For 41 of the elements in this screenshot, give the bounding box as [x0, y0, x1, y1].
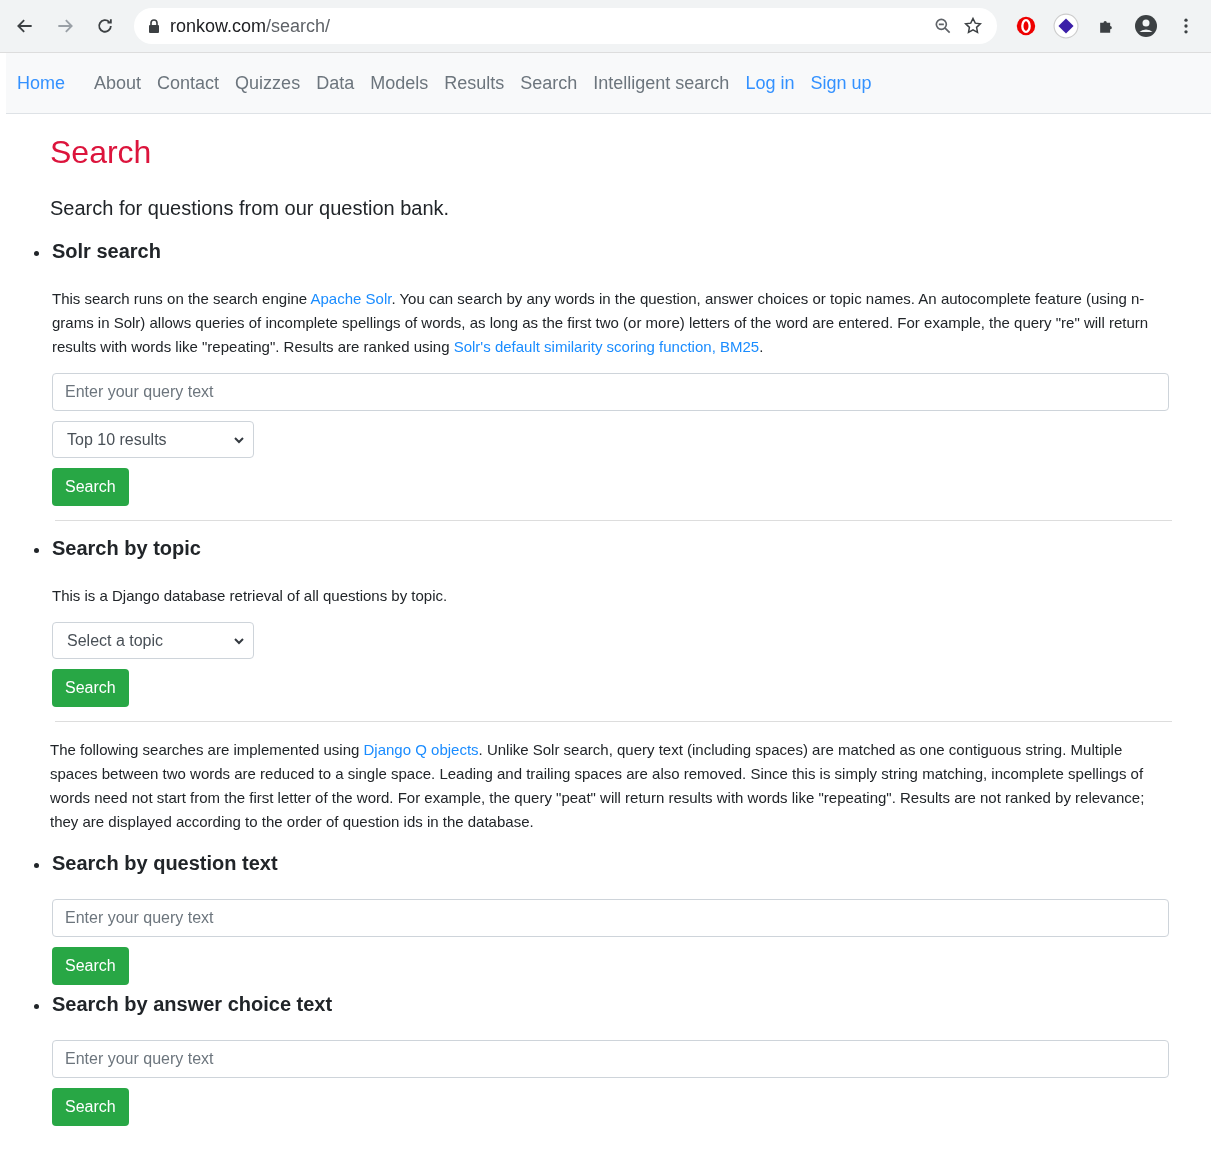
description: This search runs on the search engine Apache Solr. You can search by any words in the question, answer choices or topic names. An autocomplete feature (using n-grams in Solr) allows queries of incomplete spellings of words, as long as the first two (or more) letters of the word are entered. For example, the query "re" will return results with words like "repeating". Results are ranked using Solr's default similarity scoring function, BM25. [52, 289, 1150, 357]
nav-link[interactable]: Intelligent search [585, 72, 738, 94]
page-title: Search [50, 134, 153, 171]
search-button[interactable]: Search [52, 669, 129, 707]
bullet-icon [34, 548, 39, 553]
nav-link[interactable]: Quizzes [227, 72, 309, 94]
star-icon[interactable] [963, 16, 983, 36]
query-field[interactable]: Enter your query text [52, 899, 1169, 937]
reload-icon[interactable] [95, 16, 115, 36]
nav-link[interactable]: Log in [737, 72, 803, 94]
paragraph: The following searches are implemented using Django Q objects. Unlike Solr search, query text (including spaces) are matched as one contiguous string. Multiple spaces between two words are reduced to a single space. Leading and trailing spaces are also removed. Since this is simply string matching, incomplete spellings of words need not start from the first letter of the word. For example, the query "peat" will return results with words like "repeating". Results are not ranked by relevance; they are displayed according to the order of question ids in the database. [50, 740, 1146, 832]
nav-link[interactable]: Contact [149, 72, 228, 94]
section-heading: Search by answer choice text [52, 993, 334, 1016]
search-button[interactable]: Search [52, 1088, 129, 1126]
nav-link[interactable]: Sign up [802, 72, 880, 94]
lock-icon [148, 19, 160, 33]
nav-link[interactable]: Home [17, 72, 73, 94]
search-button[interactable]: Search [52, 947, 129, 985]
description: This is a Django database retrieval of all questions by topic. [52, 586, 449, 606]
section-heading: Search by topic [52, 537, 202, 560]
bullet-icon [34, 1004, 39, 1009]
nav-link[interactable]: Models [362, 72, 437, 94]
section-heading: Search by question text [52, 852, 279, 875]
nav-link[interactable]: Data [308, 72, 363, 94]
dropdown[interactable]: Select a topic [52, 622, 254, 659]
nav-link[interactable]: About [86, 72, 150, 94]
zoom-icon[interactable] [933, 16, 953, 36]
account-icon[interactable] [1134, 14, 1158, 38]
text-link[interactable]: Django Q objects [363, 741, 479, 758]
dropdown[interactable]: Top 10 results [52, 421, 254, 458]
intro-text: Search for questions from our question bank. [50, 197, 451, 220]
text-link[interactable]: Apache Solr [310, 290, 392, 307]
bullet-icon [34, 863, 39, 868]
nav-link[interactable]: Search [512, 72, 586, 94]
search-button[interactable]: Search [52, 468, 129, 506]
section-heading: Solr search [52, 240, 162, 263]
bullet-icon [34, 251, 39, 256]
shield-icon[interactable] [1015, 15, 1037, 37]
nav-link[interactable]: Results [436, 72, 513, 94]
query-field[interactable]: Enter your query text [52, 1040, 1169, 1078]
query-field[interactable]: Enter your query text [52, 373, 1169, 411]
